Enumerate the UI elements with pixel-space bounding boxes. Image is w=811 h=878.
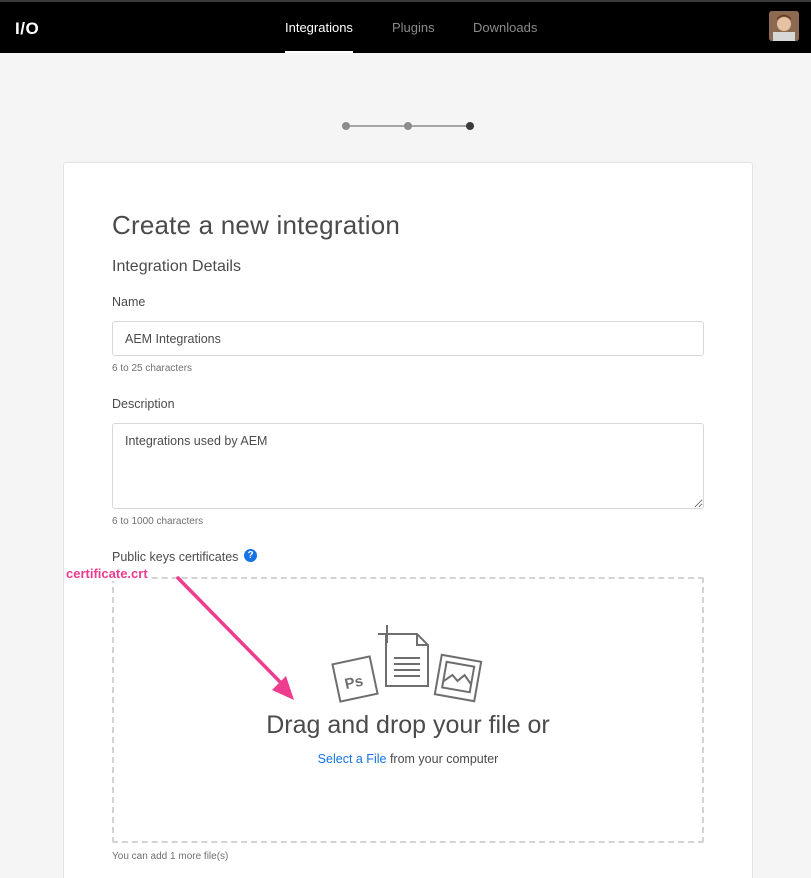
- app-logo[interactable]: I/O: [15, 19, 39, 39]
- name-input[interactable]: [112, 321, 704, 356]
- description-textarea[interactable]: Integrations used by AEM: [112, 423, 704, 509]
- select-file-link[interactable]: Select a File: [318, 752, 387, 766]
- file-limit-note: You can add 1 more file(s): [112, 851, 229, 862]
- description-label: Description: [112, 397, 175, 411]
- help-icon[interactable]: ?: [244, 549, 257, 562]
- file-upload-icon: Ps: [331, 625, 483, 703]
- step-progress-indicator: [342, 122, 474, 130]
- annotation-label: certificate.crt: [65, 566, 149, 581]
- page-title: Create a new integration: [112, 210, 401, 240]
- avatar-image: [769, 11, 799, 41]
- name-hint: 6 to 25 characters: [112, 363, 193, 374]
- dropzone-title: Drag and drop your file or: [266, 711, 550, 739]
- top-nav-bar: I/O Integrations Plugins Downloads: [0, 0, 811, 53]
- user-avatar[interactable]: [769, 11, 799, 41]
- file-dropzone[interactable]: [112, 577, 704, 843]
- name-label: Name: [112, 295, 146, 309]
- description-hint: 6 to 1000 characters: [112, 516, 204, 527]
- dropzone-subtitle: Select a File from your computer: [112, 752, 704, 766]
- tab-downloads[interactable]: Downloads: [473, 20, 537, 53]
- step-3-dot-current: [466, 122, 474, 130]
- certificates-label: Public keys certificates: [112, 550, 239, 564]
- section-title: Integration Details: [112, 258, 241, 275]
- step-2-dot: [404, 122, 412, 130]
- step-1-dot: [342, 122, 350, 130]
- svg-text:Ps: Ps: [343, 673, 364, 693]
- select-file-suffix: from your computer: [389, 752, 499, 766]
- tab-integrations[interactable]: Integrations: [285, 20, 353, 53]
- tab-plugins[interactable]: Plugins: [392, 20, 435, 53]
